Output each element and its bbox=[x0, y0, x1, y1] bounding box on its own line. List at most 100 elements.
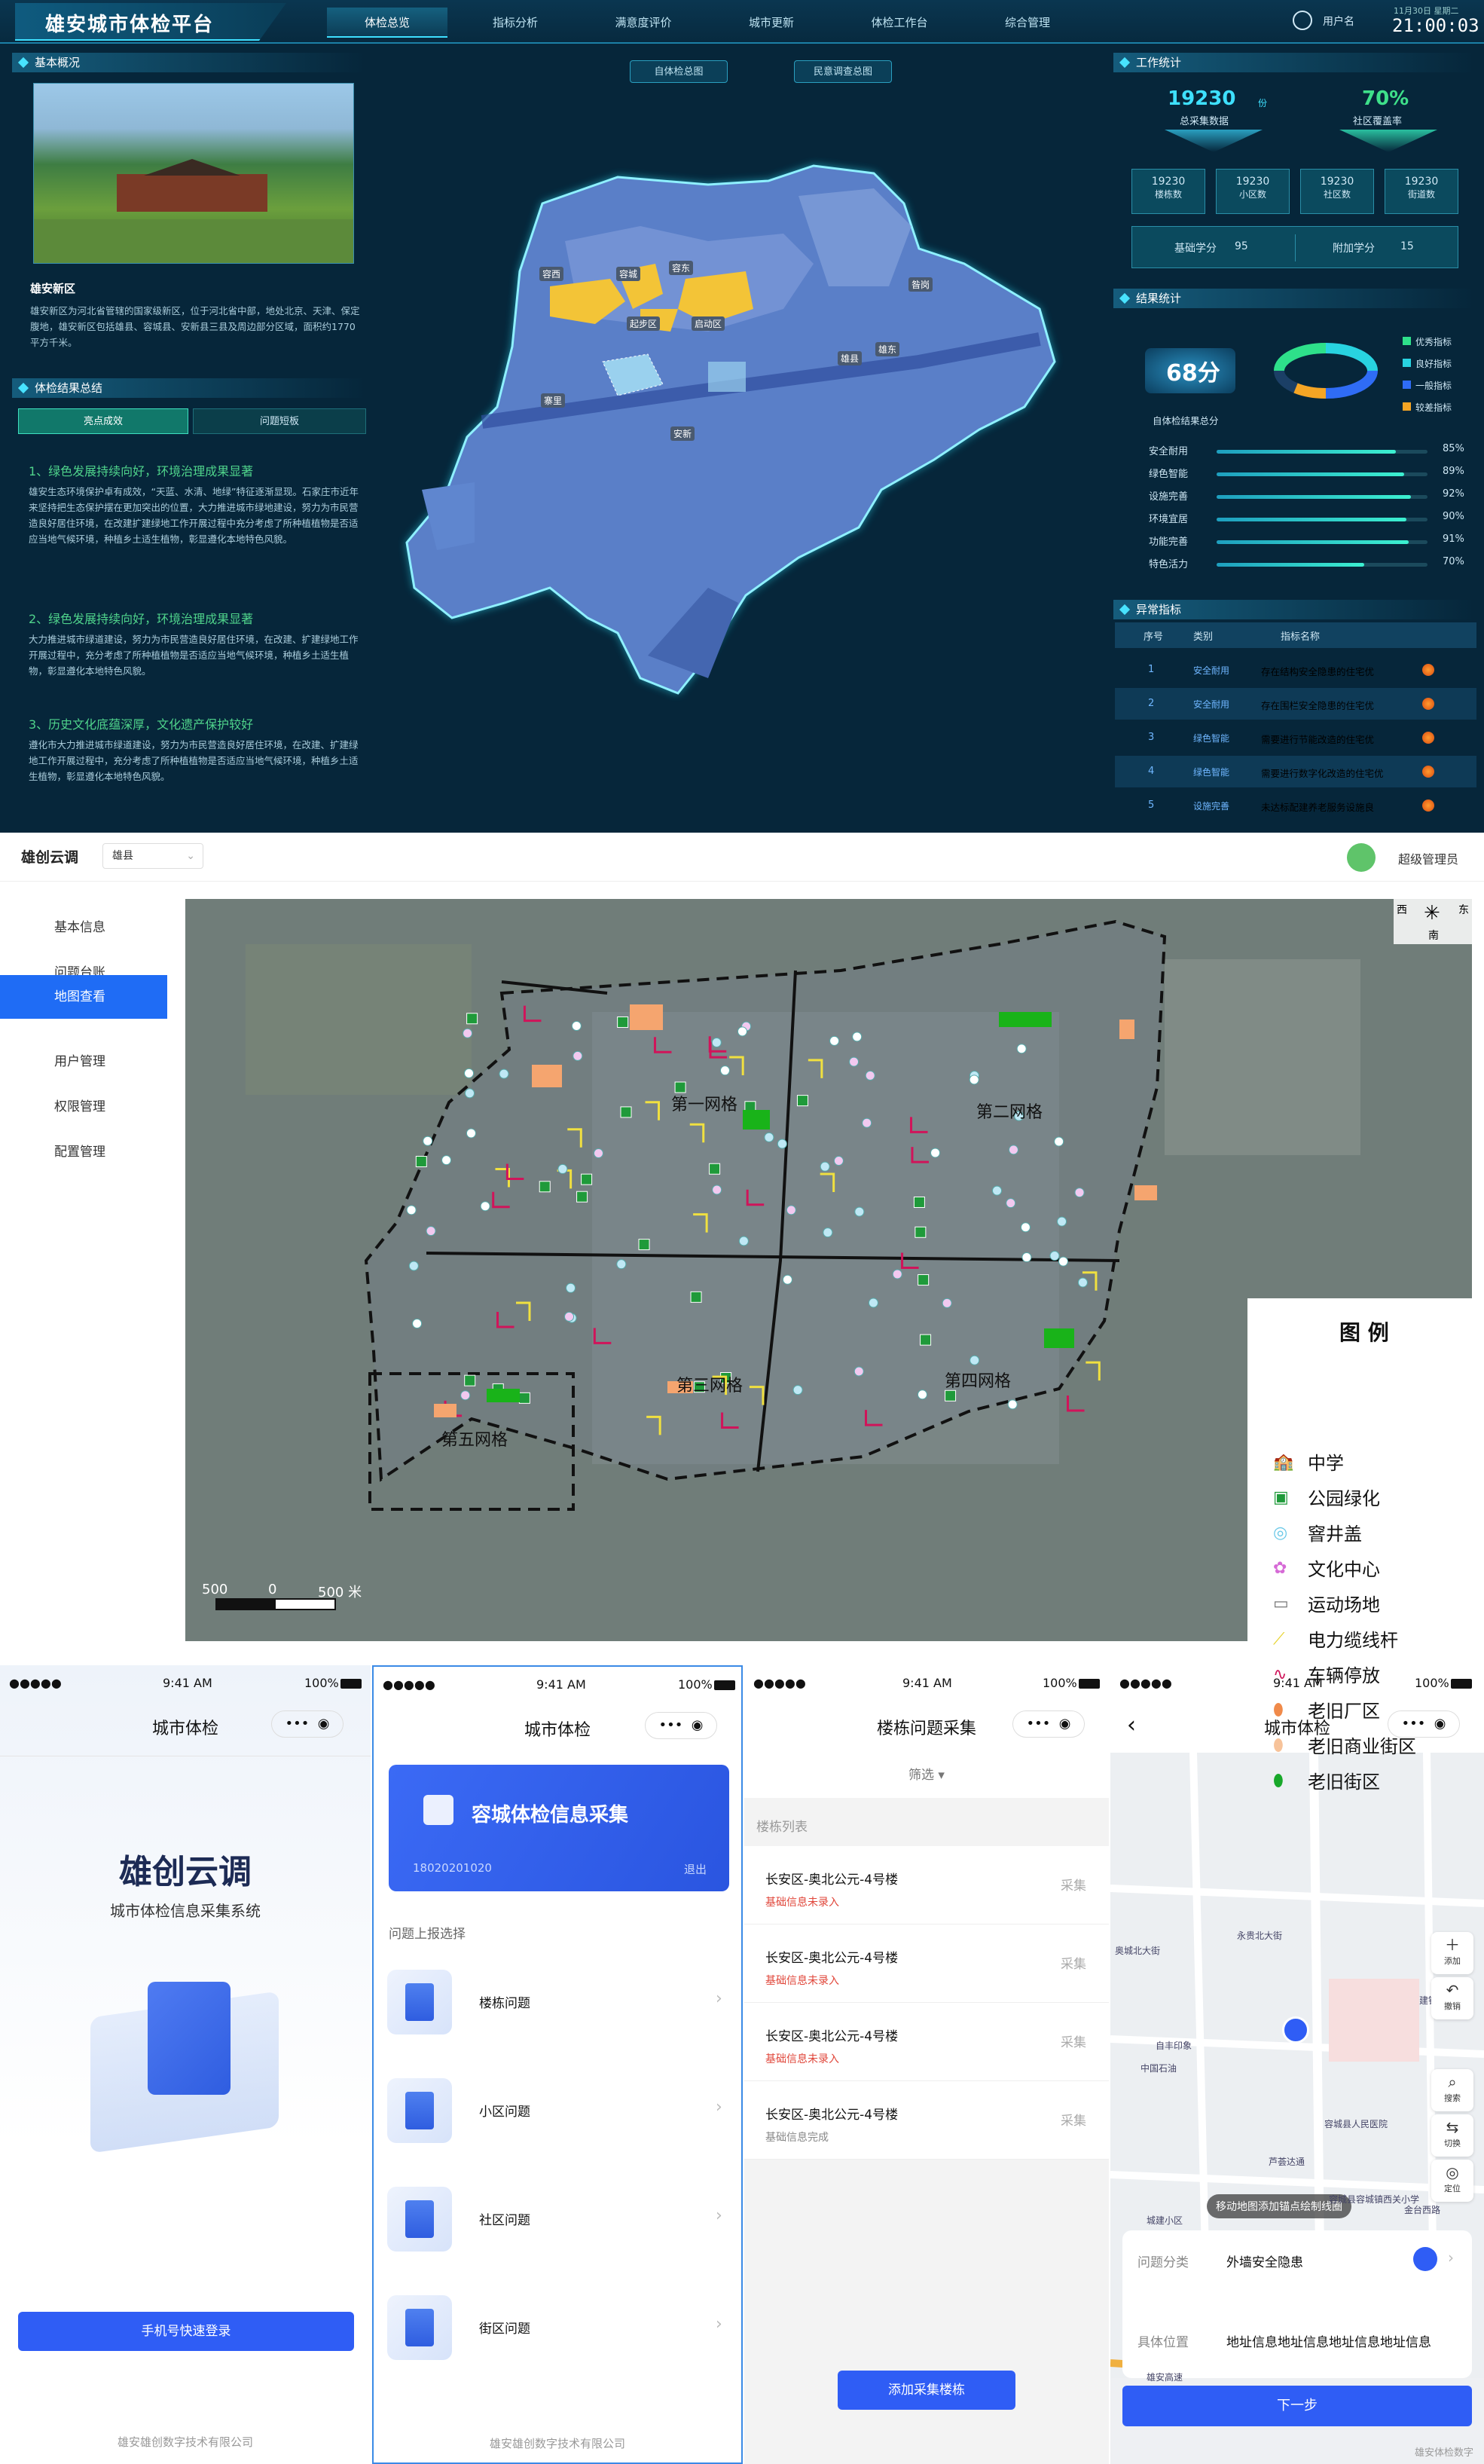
problem-type-item[interactable]: 社区问题 › bbox=[372, 2179, 743, 2258]
map-marker[interactable] bbox=[463, 1028, 473, 1038]
map-marker[interactable] bbox=[829, 1035, 840, 1046]
problem-type-item[interactable]: 小区问题 › bbox=[372, 2071, 743, 2149]
map-marker[interactable] bbox=[737, 1026, 747, 1037]
map-area-marker[interactable] bbox=[1044, 1328, 1074, 1348]
county-select[interactable]: 雄县 ⌄ bbox=[102, 843, 203, 869]
filter-dropdown[interactable]: 筛选 ▾ bbox=[744, 1753, 1109, 1798]
map-marker[interactable] bbox=[464, 1374, 476, 1386]
map-poi-label[interactable]: 永贵北大街 bbox=[1237, 1929, 1282, 1942]
map-marker[interactable] bbox=[518, 1392, 530, 1404]
map-marker[interactable] bbox=[913, 1196, 925, 1208]
map-marker[interactable] bbox=[464, 1068, 475, 1078]
map-label-xiongxian[interactable]: 雄县 bbox=[838, 351, 863, 365]
collect-link[interactable]: 采集 bbox=[1061, 1953, 1086, 1972]
map-marker[interactable] bbox=[868, 1298, 878, 1308]
map-marker[interactable] bbox=[849, 1056, 860, 1067]
miniapp-capsule[interactable]: ••• ◉ bbox=[645, 1712, 717, 1739]
map-marker[interactable] bbox=[711, 1038, 722, 1048]
problem-type-item[interactable]: 楼栋问题 › bbox=[372, 1962, 743, 2041]
map-marker[interactable] bbox=[1054, 1136, 1064, 1147]
map-marker[interactable] bbox=[918, 1274, 930, 1286]
map-marker[interactable] bbox=[712, 1185, 722, 1195]
admin-avatar[interactable] bbox=[1347, 843, 1376, 872]
map-marker[interactable] bbox=[992, 1185, 1003, 1196]
location-pin-icon[interactable] bbox=[1282, 2016, 1309, 2044]
map-tool-button[interactable]: ↶ 撤销 bbox=[1431, 1977, 1473, 2019]
map-marker[interactable] bbox=[969, 1075, 979, 1085]
map-poi-label[interactable]: 中国石油 bbox=[1140, 2062, 1177, 2074]
map-marker[interactable] bbox=[1007, 1399, 1018, 1410]
map-marker[interactable] bbox=[852, 1032, 863, 1042]
category-grid-icon[interactable] bbox=[1413, 2247, 1437, 2271]
map-poi-label[interactable]: 奥城北大街 bbox=[1115, 1944, 1160, 1957]
map-marker[interactable] bbox=[690, 1291, 702, 1303]
map-marker[interactable] bbox=[892, 1269, 902, 1279]
map-marker[interactable] bbox=[566, 1282, 576, 1293]
map-marker[interactable] bbox=[465, 1088, 475, 1099]
map-poi-label[interactable]: 芦荟达通 bbox=[1269, 2155, 1305, 2168]
map-area-marker[interactable] bbox=[1119, 1020, 1134, 1039]
map-marker[interactable] bbox=[786, 1205, 796, 1215]
map-label-zhaili[interactable]: 寨里 bbox=[541, 393, 566, 408]
nav-tab-workbench[interactable]: 体检工作台 bbox=[839, 8, 960, 38]
map-marker[interactable] bbox=[969, 1355, 980, 1365]
map-marker[interactable] bbox=[1008, 1145, 1018, 1155]
map-marker[interactable] bbox=[1074, 1188, 1085, 1198]
abnormal-row[interactable]: 2 安全耐用 存在围栏安全隐患的住宅优 bbox=[1115, 688, 1476, 720]
map-btn-survey[interactable]: 民意调查总图 bbox=[794, 60, 892, 83]
map-marker[interactable] bbox=[709, 1163, 721, 1175]
map-label-qidong[interactable]: 启动区 bbox=[692, 316, 725, 331]
map-marker[interactable] bbox=[576, 1191, 588, 1203]
map-marker[interactable] bbox=[854, 1206, 865, 1217]
map-btn-self-check[interactable]: 自体检总图 bbox=[630, 60, 728, 83]
map-poi-label[interactable]: 容城县人民医院 bbox=[1324, 2117, 1388, 2130]
miniapp-capsule[interactable]: ••• ◉ bbox=[271, 1710, 344, 1738]
nav-tab-admin[interactable]: 综合管理 bbox=[967, 8, 1088, 38]
map-tool-button[interactable]: ◎ 定位 bbox=[1431, 2160, 1473, 2202]
category-value[interactable]: 外墙安全隐患 bbox=[1226, 2252, 1303, 2270]
map-marker[interactable] bbox=[738, 1236, 749, 1246]
collect-link[interactable]: 采集 bbox=[1061, 2110, 1086, 2129]
map-marker[interactable] bbox=[620, 1106, 632, 1118]
phone-login-button[interactable]: 手机号快速登录 bbox=[18, 2312, 354, 2351]
nav-tab-overview[interactable]: 体检总览 bbox=[327, 8, 447, 38]
menu-map-view[interactable]: 地图查看 bbox=[0, 975, 167, 1019]
grid-label-4[interactable]: 第四网格 bbox=[945, 1368, 1011, 1392]
map-marker[interactable] bbox=[945, 1389, 957, 1402]
map-area-marker[interactable] bbox=[532, 1065, 562, 1087]
map-marker[interactable] bbox=[1058, 1256, 1068, 1267]
map-marker[interactable] bbox=[1057, 1216, 1067, 1227]
map-label-anxin[interactable]: 安新 bbox=[670, 426, 695, 441]
abnormal-row[interactable]: 1 安全耐用 存在结构安全隐患的住宅优 bbox=[1115, 654, 1476, 686]
building-row[interactable]: 长安区-奥北公元-4号楼 基础信息未录入 采集 bbox=[744, 2003, 1109, 2081]
collect-link[interactable]: 采集 bbox=[1061, 1875, 1086, 1894]
map-marker[interactable] bbox=[499, 1068, 509, 1079]
miniapp-capsule[interactable]: ••• ◉ bbox=[1012, 1710, 1085, 1738]
map-label-zangang[interactable]: 昝岗 bbox=[908, 277, 933, 292]
map-marker[interactable] bbox=[557, 1163, 568, 1174]
map-marker[interactable] bbox=[823, 1227, 833, 1238]
menu-permission-mgmt[interactable]: 权限管理 bbox=[0, 1085, 167, 1129]
map-marker[interactable] bbox=[792, 1385, 803, 1396]
nav-tab-satisfaction[interactable]: 满意度评价 bbox=[583, 8, 704, 38]
grid-label-1[interactable]: 第一网格 bbox=[671, 1091, 737, 1115]
map-marker[interactable] bbox=[942, 1298, 952, 1308]
map-marker[interactable] bbox=[564, 1311, 575, 1322]
map-marker[interactable] bbox=[581, 1173, 593, 1185]
nav-tab-indicators[interactable]: 指标分析 bbox=[455, 8, 576, 38]
menu-user-mgmt[interactable]: 用户管理 bbox=[0, 1040, 167, 1084]
problem-type-item[interactable]: 街区问题 › bbox=[372, 2288, 743, 2366]
map-marker[interactable] bbox=[1016, 1044, 1027, 1054]
building-row[interactable]: 长安区-奥北公元-4号楼 基础信息未录入 采集 bbox=[744, 1846, 1109, 1924]
map-label-qibu[interactable]: 起步区 bbox=[627, 316, 661, 331]
map-marker[interactable] bbox=[466, 1013, 478, 1025]
map-marker[interactable] bbox=[764, 1132, 774, 1142]
menu-basic-info[interactable]: 基本信息 bbox=[0, 906, 167, 949]
map-marker[interactable] bbox=[862, 1117, 872, 1128]
map-marker[interactable] bbox=[820, 1161, 830, 1172]
map-marker[interactable] bbox=[480, 1201, 490, 1212]
map-marker[interactable] bbox=[466, 1128, 476, 1139]
map-marker[interactable] bbox=[782, 1274, 792, 1285]
grid-label-5[interactable]: 第五网格 bbox=[441, 1426, 508, 1451]
tab-highlights[interactable]: 亮点成效 bbox=[18, 408, 188, 434]
